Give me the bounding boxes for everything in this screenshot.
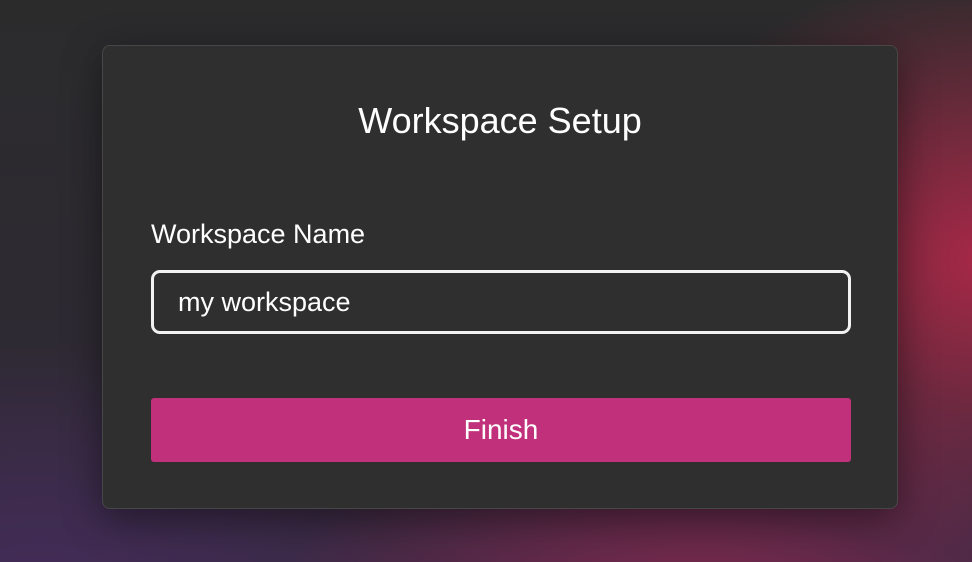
workspace-setup-dialog: Workspace Setup Workspace Name Finish	[102, 45, 898, 509]
workspace-name-input[interactable]	[151, 270, 851, 334]
workspace-name-label: Workspace Name	[151, 219, 366, 249]
finish-button[interactable]: Finish	[151, 398, 851, 462]
dialog-title: Workspace Setup	[358, 100, 642, 141]
